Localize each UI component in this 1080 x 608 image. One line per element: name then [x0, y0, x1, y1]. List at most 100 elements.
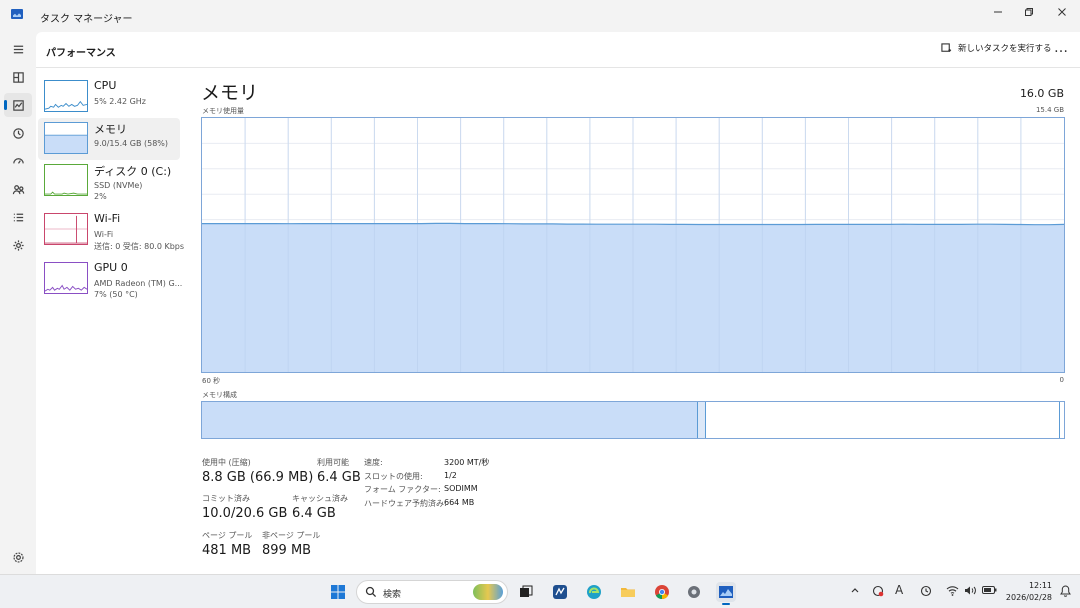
composition-label: メモリ構成 — [202, 391, 237, 399]
in-use-label: 使用中 (圧縮) — [202, 458, 251, 467]
disk-thumbnail — [44, 164, 88, 196]
explorer-button[interactable] — [618, 582, 638, 602]
chevron-up-icon — [851, 588, 859, 593]
run-new-task-button[interactable]: 新しいタスクを実行する — [941, 42, 1052, 54]
resource-item-wifi[interactable]: Wi-Fi Wi-Fi 送信: 0 受信: 80.0 Kbps — [38, 209, 184, 251]
page-title: パフォーマンス — [46, 48, 116, 59]
cached-value: 6.4 GB — [292, 506, 336, 521]
volume-tray-button[interactable] — [964, 585, 977, 599]
resource-list: CPU 5% 2.42 GHz メモリ 9.0/15.4 GB (58%) ディ… — [36, 68, 188, 574]
nav-services[interactable] — [4, 233, 32, 257]
menu-button[interactable] — [4, 37, 32, 61]
form-factor-value: SODIMM — [444, 484, 478, 493]
taskview-icon — [520, 585, 533, 597]
resource-item-memory[interactable]: メモリ 9.0/15.4 GB (58%) — [38, 118, 180, 160]
cpu-thumbnail — [44, 80, 88, 112]
memory-composition-bar — [201, 401, 1065, 439]
committed-label: コミット済み — [202, 494, 250, 503]
composition-modified — [697, 402, 707, 438]
security-tray-button[interactable] — [872, 585, 884, 600]
nav-rail — [0, 32, 36, 574]
chrome-button[interactable] — [652, 582, 672, 602]
taskbar-search[interactable]: 検索 — [356, 580, 508, 604]
wifi-icon — [946, 586, 959, 596]
start-button[interactable] — [328, 582, 348, 602]
resource-detail: 7% (50 °C) — [94, 290, 138, 299]
edge-button[interactable] — [584, 582, 604, 602]
settings-icon — [12, 551, 24, 563]
resource-detail: 9.0/15.4 GB (58%) — [94, 139, 169, 148]
security-icon — [872, 585, 884, 597]
battery-tray-button[interactable] — [982, 585, 997, 598]
minimize-button[interactable] — [981, 0, 1015, 24]
slots-used-label: スロットの使用: — [364, 472, 423, 481]
alarm-tray-button[interactable] — [920, 585, 932, 600]
services-icon — [12, 239, 24, 251]
resource-name: Wi-Fi — [94, 212, 121, 225]
available-value: 6.4 GB — [317, 470, 361, 485]
composition-in-use — [202, 402, 698, 438]
close-button[interactable] — [1045, 0, 1079, 24]
chart-max-label: 15.4 GB — [1035, 106, 1064, 114]
explorer-icon — [621, 588, 635, 597]
details-icon — [13, 213, 23, 221]
resource-title: メモリ — [201, 82, 259, 104]
more-options-button[interactable]: … — [1054, 40, 1069, 56]
resource-item-disk[interactable]: ディスク 0 (C:) SSD (NVMe) 2% — [38, 160, 180, 202]
nav-settings[interactable] — [4, 545, 32, 569]
wifi-tray-button[interactable] — [946, 585, 959, 599]
resource-item-cpu[interactable]: CPU 5% 2.42 GHz — [38, 76, 180, 118]
resource-detail: SSD (NVMe) — [94, 181, 143, 190]
memory-total: 16.0 GB — [1019, 87, 1064, 100]
page-header: パフォーマンス 新しいタスクを実行する … — [36, 32, 1080, 68]
settings-app-icon — [688, 586, 700, 598]
resource-name: GPU 0 — [94, 261, 128, 274]
nav-users[interactable] — [4, 177, 32, 201]
memory-usage-chart-svg — [202, 118, 1064, 372]
resource-detail: 2% — [94, 192, 107, 201]
tray-overflow-button[interactable] — [850, 585, 860, 598]
nav-performance[interactable] — [4, 93, 32, 117]
settings-app-button[interactable] — [684, 582, 704, 602]
clock-date: 2026/02/28 — [1005, 593, 1052, 602]
composition-standby — [706, 402, 1060, 438]
volume-icon — [965, 586, 976, 595]
close-icon — [1058, 8, 1066, 16]
performance-icon — [12, 99, 24, 111]
resource-detail: 送信: 0 受信: 80.0 Kbps — [94, 242, 185, 251]
resource-detail: Wi-Fi — [94, 230, 114, 239]
taskview-button[interactable] — [516, 582, 536, 602]
resource-name: メモリ — [94, 123, 127, 136]
restore-button[interactable] — [1012, 0, 1046, 24]
nav-processes[interactable] — [4, 65, 32, 89]
resource-name: ディスク 0 (C:) — [94, 165, 172, 178]
run-task-icon — [941, 42, 952, 52]
available-label: 利用可能 — [317, 458, 349, 467]
ime-indicator[interactable]: A — [895, 583, 903, 597]
app-history-icon — [12, 127, 24, 139]
taskbar: 検索 A 12:11 2026/02/28 — [0, 574, 1080, 608]
search-icon — [365, 586, 377, 598]
hardware-reserved-label: ハードウェア予約済み: — [364, 499, 447, 508]
bell-icon — [1060, 585, 1071, 597]
notification-button[interactable] — [1060, 585, 1071, 600]
slots-used-value: 1/2 — [444, 471, 457, 480]
hardware-reserved-value: 664 MB — [444, 498, 475, 507]
resource-item-gpu[interactable]: GPU 0 AMD Radeon (TM) G... 7% (50 °C) — [38, 258, 182, 300]
nav-details[interactable] — [4, 205, 32, 229]
feedback-hub-button[interactable] — [550, 582, 570, 602]
paged-pool-label: ページ プール — [202, 531, 253, 540]
content-area: パフォーマンス 新しいタスクを実行する … CPU 5% 2.42 GHz メモ… — [36, 32, 1080, 574]
search-highlight-icon — [473, 584, 503, 600]
paged-pool-value: 481 MB — [202, 543, 252, 558]
task-manager-taskbar-button[interactable] — [716, 582, 736, 605]
nav-app-history[interactable] — [4, 121, 32, 145]
start-icon — [331, 585, 345, 599]
chart-title: メモリ使用量 — [202, 107, 244, 115]
nonpaged-pool-value: 899 MB — [262, 543, 312, 558]
task-manager-app-icon — [719, 586, 733, 598]
edge-icon — [587, 585, 601, 599]
clock[interactable]: 12:11 2026/02/28 — [1006, 580, 1052, 604]
memory-thumbnail — [44, 122, 88, 154]
nav-startup[interactable] — [4, 149, 32, 173]
